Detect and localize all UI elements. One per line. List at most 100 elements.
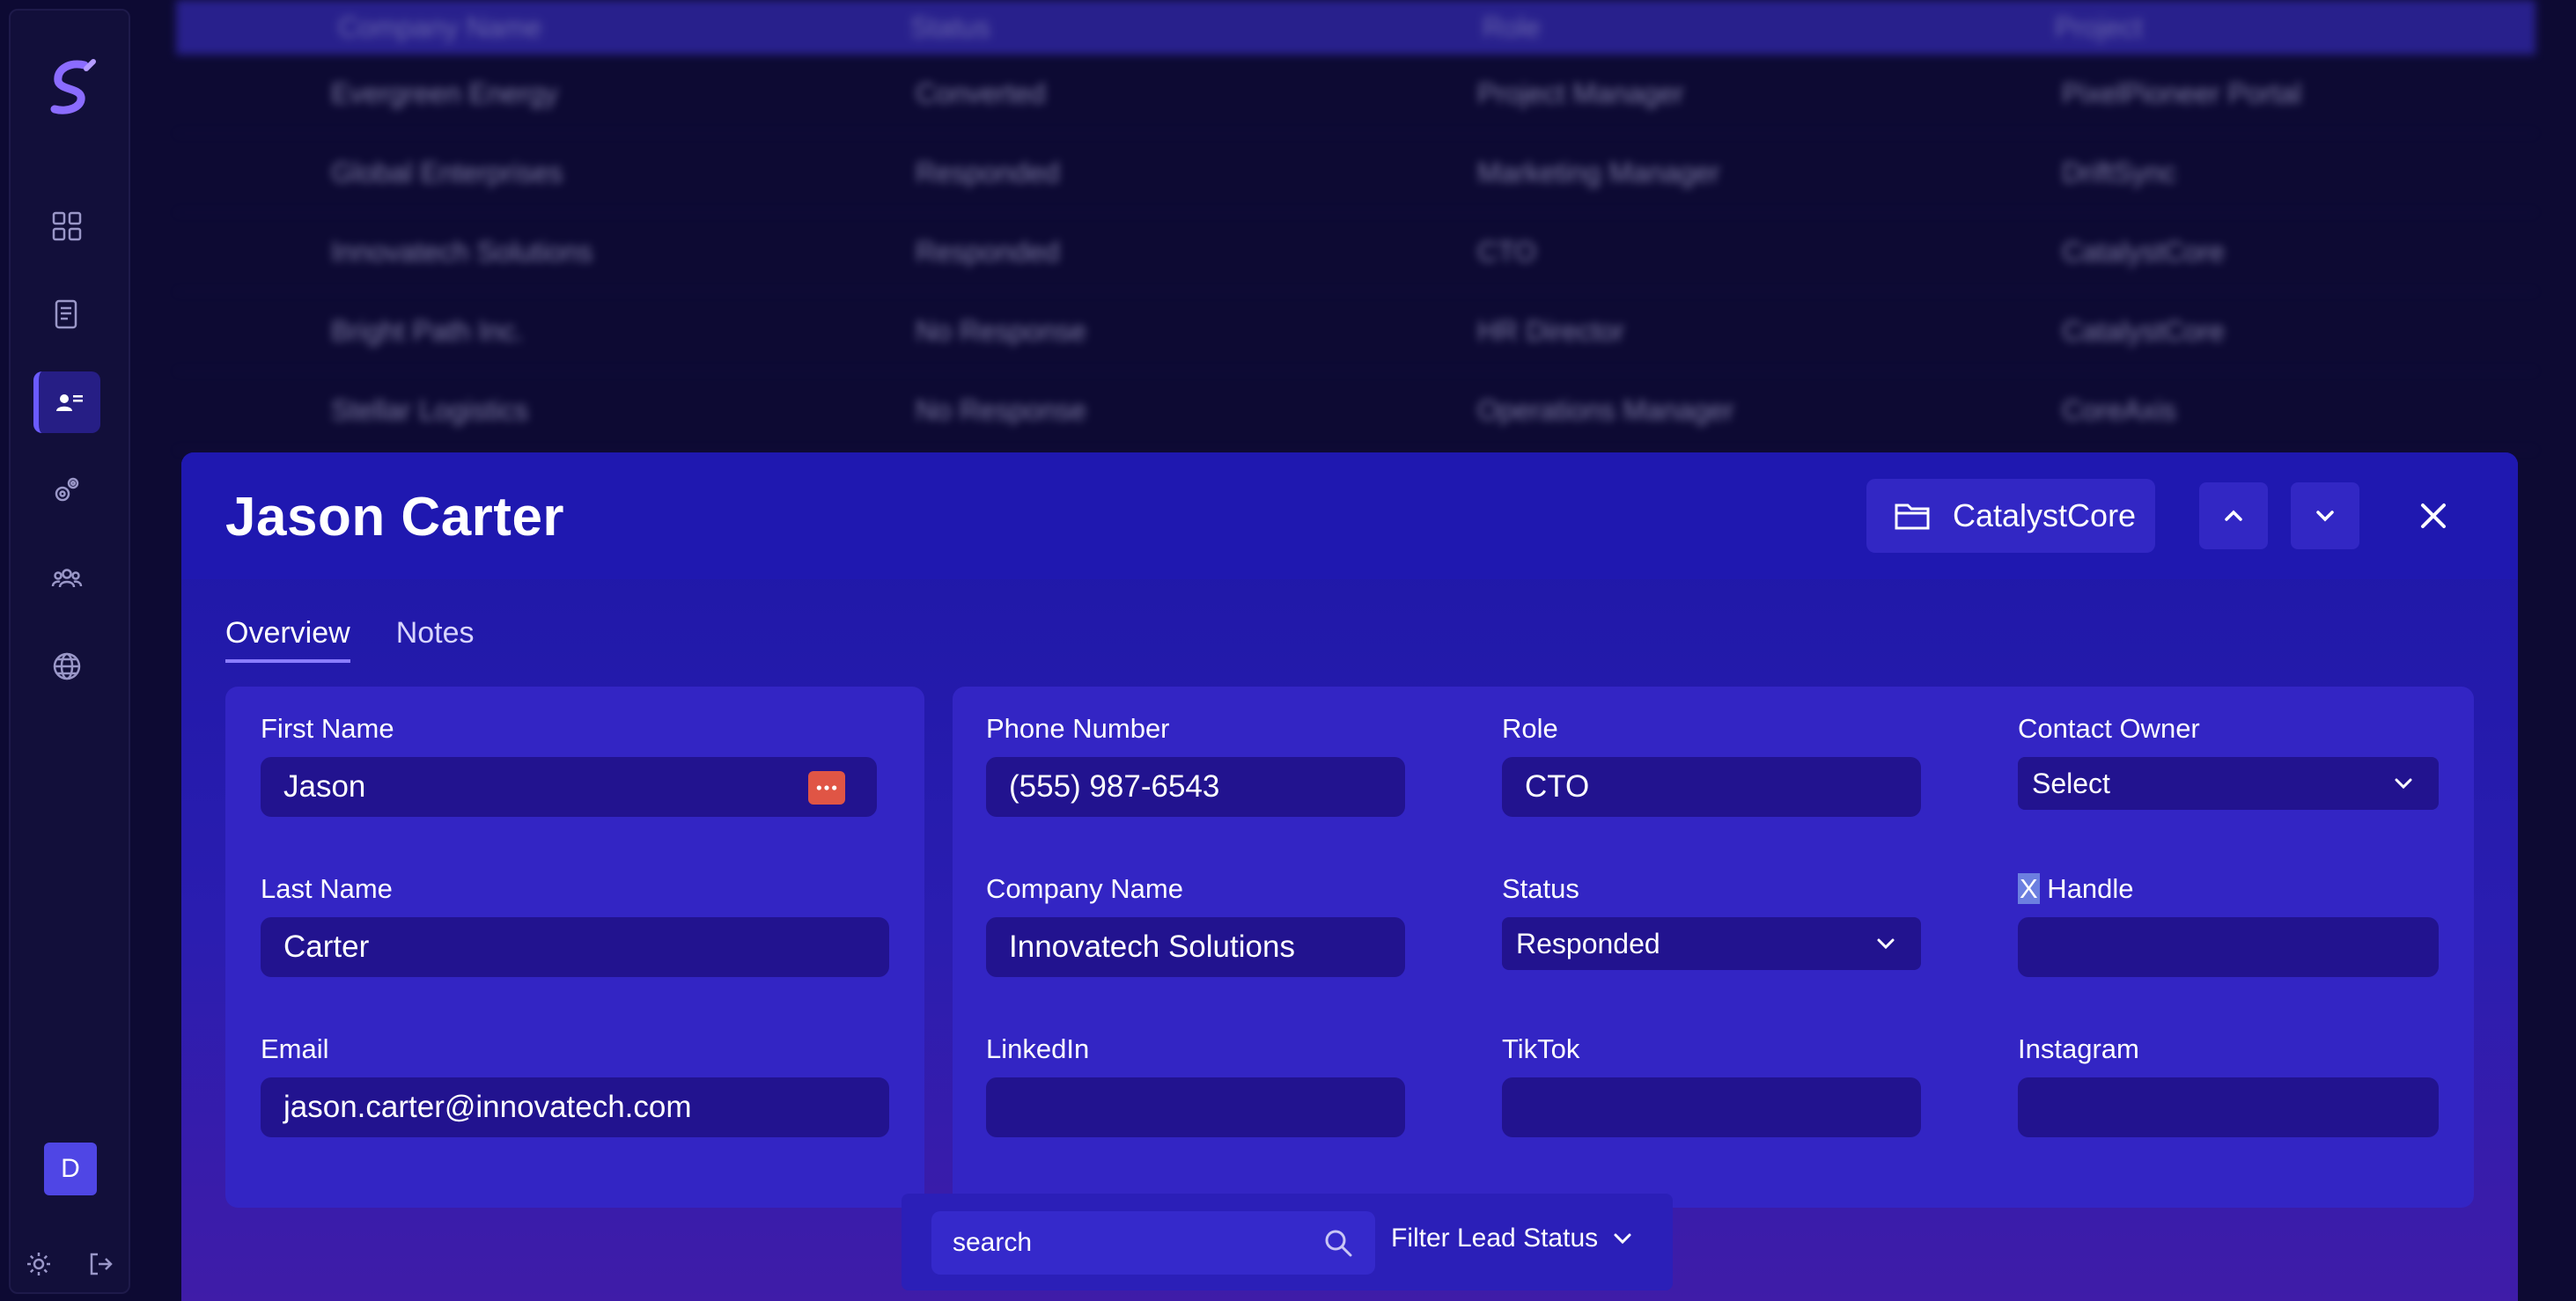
last-name-input[interactable]: Carter: [261, 917, 889, 977]
contact-owner-value: Select: [2032, 767, 2110, 799]
instagram-input[interactable]: [2018, 1077, 2439, 1137]
status-select[interactable]: Responded: [1502, 917, 1921, 970]
header-status: Status: [910, 11, 990, 43]
row-project: DriftSync: [2062, 157, 2176, 188]
x-handle-input[interactable]: [2018, 917, 2439, 977]
modal-tabs: Overview Notes: [225, 616, 475, 663]
header-company: Company Name: [338, 11, 542, 43]
instagram-label: Instagram: [2018, 1033, 2139, 1064]
folder-icon: [1895, 503, 1930, 530]
last-name-group: Last Name Carter: [261, 873, 889, 977]
tab-overview[interactable]: Overview: [225, 616, 350, 663]
logout-button[interactable]: [86, 1250, 121, 1285]
first-name-value: Jason: [283, 769, 366, 804]
status-label: Status: [1502, 873, 1579, 904]
team-icon: [51, 569, 83, 588]
phone-input[interactable]: (555) 987-6543: [986, 757, 1405, 817]
role-label: Role: [1502, 713, 1558, 744]
name-card: First Name Jason Last Name Carter Email …: [225, 687, 924, 1208]
nav-dashboard[interactable]: [33, 195, 100, 257]
table-header: Company Name Status Role Project: [176, 0, 2536, 55]
x-handle-group: X Handle: [2018, 873, 2439, 977]
nav-contacts[interactable]: [33, 371, 100, 433]
next-contact-button[interactable]: [2291, 482, 2359, 549]
chevron-up-icon: [2225, 510, 2242, 521]
phone-label: Phone Number: [986, 713, 1170, 744]
sidebar: D: [9, 9, 130, 1294]
header-role: Role: [1483, 11, 1541, 43]
first-name-input[interactable]: Jason: [261, 757, 877, 817]
row-role: CTO: [1477, 236, 1536, 268]
table-row: Evergreen Energy Converted Project Manag…: [176, 55, 2536, 134]
filter-label: Filter Lead Status: [1391, 1224, 1599, 1253]
filter-lead-status-dropdown[interactable]: Filter Lead Status: [1391, 1224, 1635, 1253]
settings-gears-icon: [55, 477, 79, 502]
row-role: HR Director: [1477, 315, 1625, 347]
row-project: CatalystCore: [2062, 236, 2225, 268]
table-row: Innovatech Solutions Responded CTO Catal…: [176, 213, 2536, 292]
details-card: Phone Number (555) 987-6543 Company Name…: [953, 687, 2474, 1208]
role-input[interactable]: CTO: [1502, 757, 1921, 817]
row-company: Stellar Logistics: [331, 394, 529, 426]
nav-settings[interactable]: [33, 459, 100, 521]
settings-button[interactable]: [25, 1250, 60, 1285]
row-company: Innovatech Solutions: [331, 236, 593, 268]
role-group: Role CTO: [1502, 713, 1921, 817]
tiktok-label: TikTok: [1502, 1033, 1580, 1064]
linkedin-input[interactable]: [986, 1077, 1405, 1137]
modal-header: Jason Carter CatalystCore: [181, 452, 2518, 579]
contact-name-title: Jason Carter: [225, 487, 565, 548]
company-group: Company Name Innovatech Solutions: [986, 873, 1405, 977]
app-logo[interactable]: [44, 58, 100, 120]
status-group: Status Responded: [1502, 873, 1921, 970]
row-role: Project Manager: [1477, 77, 1684, 109]
row-project: PixelPioneer Portal: [2062, 77, 2302, 109]
search-input[interactable]: search: [931, 1211, 1375, 1275]
tab-notes[interactable]: Notes: [396, 616, 475, 663]
chevron-down-icon: [1877, 938, 1895, 950]
nav-globe[interactable]: [33, 636, 100, 697]
search-placeholder: search: [953, 1228, 1033, 1257]
contacts-icon: [56, 394, 83, 411]
row-company: Evergreen Energy: [331, 77, 558, 109]
table-row: Global Enterprises Responded Marketing M…: [176, 134, 2536, 213]
row-company: Bright Path Inc.: [331, 315, 524, 347]
email-input[interactable]: jason.carter@innovatech.com: [261, 1077, 889, 1137]
tiktok-input[interactable]: [1502, 1077, 1921, 1137]
project-chip[interactable]: CatalystCore: [1866, 479, 2155, 553]
x-handle-label-text: Handle: [2039, 873, 2134, 904]
dashboard-icon: [52, 211, 82, 241]
company-label: Company Name: [986, 873, 1183, 904]
document-icon: [55, 299, 77, 329]
nav-team[interactable]: [33, 548, 100, 609]
logout-icon: [90, 1253, 113, 1275]
x-handle-label: X Handle: [2018, 873, 2439, 905]
table-row: Bright Path Inc. No Response HR Director…: [176, 292, 2536, 371]
chevron-down-icon: [2316, 511, 2334, 522]
password-manager-badge[interactable]: [808, 771, 845, 805]
row-status: Converted: [916, 77, 1046, 109]
tiktok-group: TikTok: [1502, 1033, 1921, 1137]
chevron-down-icon: [2395, 778, 2412, 790]
status-value: Responded: [1516, 927, 1660, 959]
row-project: CoreAxis: [2062, 394, 2176, 426]
nav-documents[interactable]: [33, 283, 100, 345]
first-name-group: First Name Jason: [261, 713, 877, 817]
row-status: Responded: [916, 236, 1060, 268]
table-row: Stellar Logistics No Response Operations…: [176, 371, 2536, 451]
search-icon: [1325, 1230, 1352, 1257]
x-letter-highlight: X: [2018, 873, 2040, 904]
last-name-label: Last Name: [261, 873, 393, 904]
close-modal-button[interactable]: [2410, 493, 2456, 539]
email-label: Email: [261, 1033, 329, 1064]
project-name: CatalystCore: [1953, 497, 2137, 533]
user-avatar[interactable]: D: [44, 1143, 97, 1195]
contact-detail-modal: Jason Carter CatalystCore Overview Notes: [181, 452, 2518, 1301]
close-icon: [2421, 503, 2446, 528]
previous-contact-button[interactable]: [2199, 482, 2268, 549]
company-input[interactable]: Innovatech Solutions: [986, 917, 1405, 977]
search-filter-bar: search Filter Lead Status: [902, 1194, 1673, 1290]
contact-owner-select[interactable]: Select: [2018, 757, 2439, 810]
gear-icon: [27, 1253, 50, 1275]
chevron-down-icon: [1614, 1233, 1631, 1245]
